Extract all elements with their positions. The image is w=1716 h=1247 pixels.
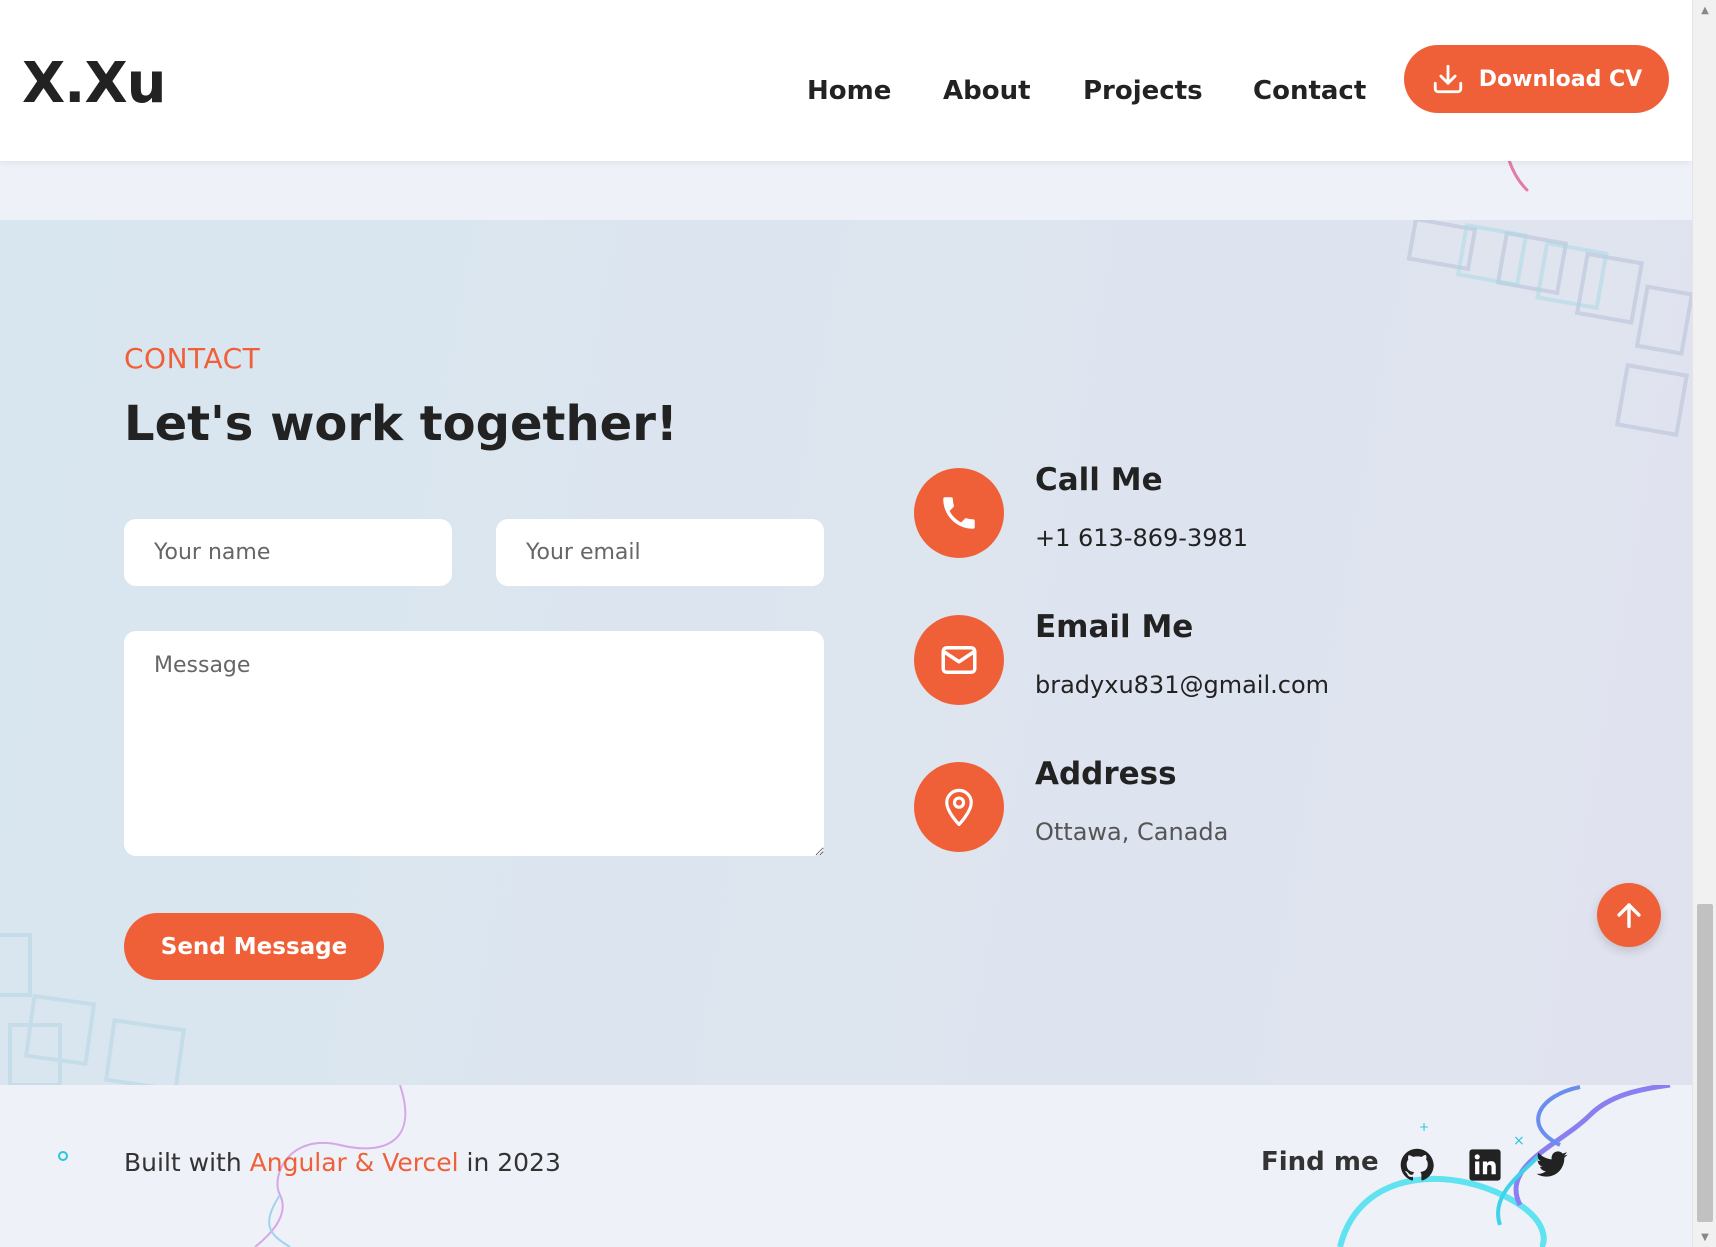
send-message-button[interactable]: Send Message bbox=[124, 913, 384, 980]
location-pin-icon bbox=[945, 788, 973, 827]
mail-icon bbox=[941, 646, 977, 674]
arrow-up-icon bbox=[1617, 903, 1641, 929]
nav-contact[interactable]: Contact bbox=[1253, 76, 1366, 107]
email-input[interactable] bbox=[496, 519, 824, 586]
twitter-icon bbox=[1536, 1151, 1568, 1177]
section-eyebrow: CONTACT bbox=[124, 342, 261, 375]
page-viewport: X.Xu Home About Projects Contact Downloa… bbox=[0, 0, 1692, 1247]
section-title: Let's work together! bbox=[124, 396, 678, 452]
squares-decoration bbox=[1406, 220, 1692, 438]
nav-about[interactable]: About bbox=[943, 76, 1031, 107]
built-prefix: Built with bbox=[124, 1148, 250, 1177]
mail-icon-circle bbox=[914, 615, 1004, 705]
back-to-top-button[interactable] bbox=[1597, 883, 1661, 947]
location-icon-circle bbox=[914, 762, 1004, 852]
scroll-down-arrow-icon[interactable]: ▼ bbox=[1693, 1227, 1716, 1247]
contact-section: CONTACT Let's work together! Send Messag… bbox=[0, 220, 1692, 1085]
github-link[interactable] bbox=[1400, 1148, 1434, 1182]
contact-info-address: Address Ottawa, Canada bbox=[914, 756, 1414, 854]
svg-text:×: × bbox=[1513, 1133, 1525, 1149]
address-title: Address bbox=[1035, 756, 1177, 792]
message-textarea[interactable] bbox=[124, 631, 824, 856]
phone-value[interactable]: +1 613-869-3981 bbox=[1035, 524, 1248, 552]
github-icon bbox=[1400, 1148, 1434, 1181]
site-footer: + × Built with Angular & Vercel in 2023 … bbox=[0, 1085, 1692, 1247]
nav-projects[interactable]: Projects bbox=[1083, 76, 1203, 107]
site-logo[interactable]: X.Xu bbox=[22, 56, 166, 112]
address-value: Ottawa, Canada bbox=[1035, 818, 1229, 846]
vertical-scrollbar[interactable]: ▲ ▼ bbox=[1692, 0, 1716, 1247]
contact-info-email: Email Me bradyxu831@gmail.com bbox=[914, 609, 1414, 707]
phone-title: Call Me bbox=[1035, 462, 1163, 498]
download-cv-button[interactable]: Download CV bbox=[1404, 45, 1669, 113]
built-with-text: Built with Angular & Vercel in 2023 bbox=[124, 1148, 561, 1177]
built-tech-link[interactable]: Angular & Vercel bbox=[250, 1148, 459, 1177]
linkedin-icon bbox=[1469, 1149, 1501, 1181]
phone-icon bbox=[943, 497, 975, 529]
scrollbar-thumb[interactable] bbox=[1697, 904, 1713, 1222]
ribbon-decoration bbox=[1507, 160, 1529, 192]
svg-text:+: + bbox=[1419, 1120, 1429, 1134]
scroll-up-arrow-icon[interactable]: ▲ bbox=[1693, 0, 1716, 20]
linkedin-link[interactable] bbox=[1468, 1148, 1502, 1182]
phone-icon-circle bbox=[914, 468, 1004, 558]
email-value[interactable]: bradyxu831@gmail.com bbox=[1035, 671, 1329, 699]
twitter-link[interactable] bbox=[1535, 1148, 1569, 1182]
email-title: Email Me bbox=[1035, 609, 1194, 645]
download-icon bbox=[1433, 64, 1462, 94]
contact-info-phone: Call Me +1 613-869-3981 bbox=[914, 462, 1414, 560]
download-cv-label: Download CV bbox=[1478, 66, 1643, 92]
nav-home[interactable]: Home bbox=[807, 76, 891, 107]
built-suffix: in 2023 bbox=[458, 1148, 561, 1177]
name-input[interactable] bbox=[124, 519, 452, 586]
site-header: X.Xu Home About Projects Contact Downloa… bbox=[0, 0, 1692, 161]
find-me-label: Find me bbox=[1261, 1147, 1379, 1177]
